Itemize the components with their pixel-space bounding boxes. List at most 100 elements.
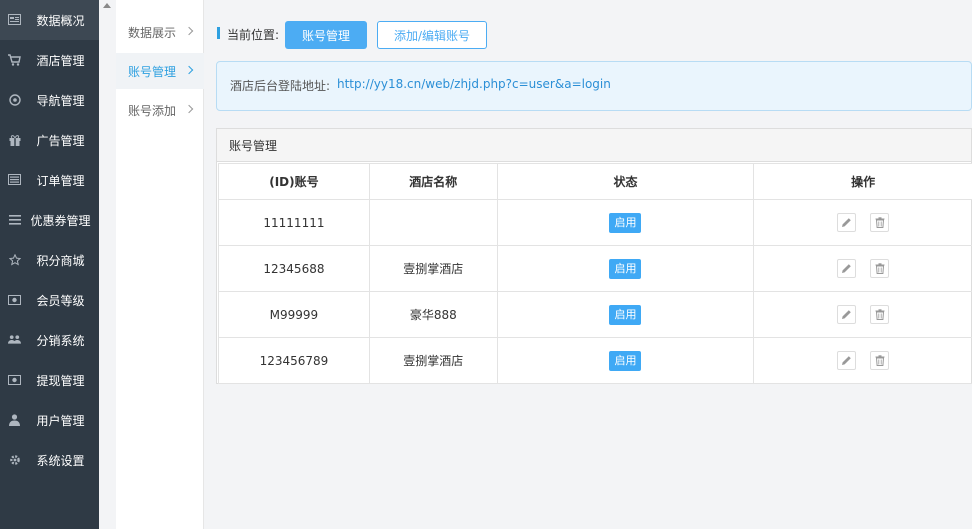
pencil-icon [842,218,852,227]
sidebar-item-label: 广告管理 [36,133,85,148]
delete-button[interactable] [870,213,890,232]
sidebar-item-label: 酒店管理 [36,53,85,68]
gear-icon [8,453,21,466]
sidebar-item-nav[interactable]: 导航管理 [0,80,99,120]
account-management-button[interactable]: 账号管理 [285,21,367,49]
submenu: 数据展示 账号管理 账号添加 [116,0,204,529]
column-header-status: 状态 [496,163,755,200]
edit-button[interactable] [837,213,857,232]
submenu-item-account-management[interactable]: 账号管理 [116,53,204,89]
trash-icon [875,355,885,366]
actions-cell [753,337,972,384]
status-cell: 启用 [496,245,755,292]
actions-cell [753,199,972,246]
scrollbar[interactable] [99,0,116,529]
column-header-actions: 操作 [753,163,972,200]
trash-icon [875,217,885,228]
table-header-row: (ID)账号 酒店名称 状态 操作 [218,163,972,200]
delete-button[interactable] [870,259,890,278]
sidebar-item-label: 会员等级 [36,293,85,308]
status-badge[interactable]: 启用 [609,304,642,325]
scroll-up-arrow-icon[interactable] [103,3,111,8]
submenu-item-label: 账号添加 [128,103,177,118]
sidebar-item-settings[interactable]: 系统设置 [0,440,99,480]
edit-button[interactable] [837,351,857,370]
pencil-icon [842,264,852,273]
status-cell: 启用 [496,337,755,384]
sidebar-item-orders[interactable]: 订单管理 [0,160,99,200]
sidebar-item-coupons[interactable]: 优惠券管理 [0,200,99,240]
pencil-icon [842,310,852,319]
add-edit-account-button[interactable]: 添加/编辑账号 [377,21,487,49]
star-icon [8,253,21,266]
status-badge[interactable]: 启用 [609,212,642,233]
sidebar-item-label: 优惠券管理 [30,213,91,228]
sidebar-item-distribution[interactable]: 分销系统 [0,320,99,360]
chevron-right-icon [184,104,194,114]
sidebar-item-points-mall[interactable]: 积分商城 [0,240,99,280]
account-cell: 11111111 [218,199,370,246]
sidebar: 数据概况 酒店管理 导航管理 广告管理 订单管理 优惠券管理 积分商城 会员等级… [0,0,99,529]
table-row: 123456789 壹捌掌酒店 启用 [218,337,972,384]
edit-button[interactable] [837,305,857,324]
dashboard-icon [8,13,21,26]
account-cell: M99999 [218,291,370,338]
submenu-item-data-display[interactable]: 数据展示 [116,14,204,50]
cart-icon [8,53,21,66]
compass-icon [8,93,21,106]
delete-button[interactable] [870,351,890,370]
submenu-item-label: 账号管理 [128,64,177,79]
sidebar-item-label: 数据概况 [36,13,85,28]
sidebar-item-dashboard[interactable]: 数据概况 [0,0,99,40]
hotel-cell: 壹捌掌酒店 [368,245,498,292]
gift-icon [8,133,21,146]
sidebar-item-label: 积分商城 [36,253,85,268]
status-cell: 启用 [496,199,755,246]
pencil-icon [842,356,852,365]
account-cell: 123456789 [218,337,370,384]
user-icon [8,413,21,426]
column-header-account: (ID)账号 [218,163,370,200]
sidebar-item-label: 用户管理 [36,413,85,428]
money-icon [8,373,21,386]
status-badge[interactable]: 启用 [609,350,642,371]
sidebar-item-hotel[interactable]: 酒店管理 [0,40,99,80]
hotel-cell: 壹捌掌酒店 [368,337,498,384]
submenu-item-account-add[interactable]: 账号添加 [116,92,204,128]
actions-cell [753,245,972,292]
login-url-link[interactable]: http://yy18.cn/web/zhjd.php?c=user&a=log… [337,77,611,91]
main-content: 当前位置: 账号管理 添加/编辑账号 酒店后台登陆地址: http://yy18… [205,0,972,529]
sidebar-item-label: 系统设置 [36,453,85,468]
sidebar-item-users[interactable]: 用户管理 [0,400,99,440]
account-table: (ID)账号 酒店名称 状态 操作 11111111 启用 12345688 壹… [218,163,972,384]
delete-button[interactable] [870,305,890,324]
sidebar-item-member-levels[interactable]: 会员等级 [0,280,99,320]
login-url-label: 酒店后台登陆地址: [230,79,331,93]
sidebar-item-label: 分销系统 [36,333,85,348]
location-marker [217,27,220,39]
table-row: M99999 豪华888 启用 [218,291,972,338]
account-panel: 账号管理 (ID)账号 酒店名称 状态 操作 11111111 启用 12345… [216,128,972,384]
table-row: 12345688 壹捌掌酒店 启用 [218,245,972,292]
edit-button[interactable] [837,259,857,278]
hotel-cell [368,199,498,246]
location-label: 当前位置: [227,28,280,42]
trash-icon [875,309,885,320]
trash-icon [875,263,885,274]
money-icon [8,293,21,306]
chevron-right-icon [184,26,194,36]
sidebar-item-label: 提现管理 [36,373,85,388]
login-url-alert: 酒店后台登陆地址: http://yy18.cn/web/zhjd.php?c=… [216,61,972,111]
account-cell: 12345688 [218,245,370,292]
sidebar-item-ads[interactable]: 广告管理 [0,120,99,160]
column-header-hotel: 酒店名称 [368,163,498,200]
panel-title: 账号管理 [217,129,971,162]
status-badge[interactable]: 启用 [609,258,642,279]
chevron-right-icon [184,65,194,75]
sidebar-item-withdrawals[interactable]: 提现管理 [0,360,99,400]
users-icon [8,333,21,346]
table-row: 11111111 启用 [218,199,972,246]
hotel-cell: 豪华888 [368,291,498,338]
server-icon [8,173,21,186]
sidebar-item-label: 订单管理 [36,173,85,188]
